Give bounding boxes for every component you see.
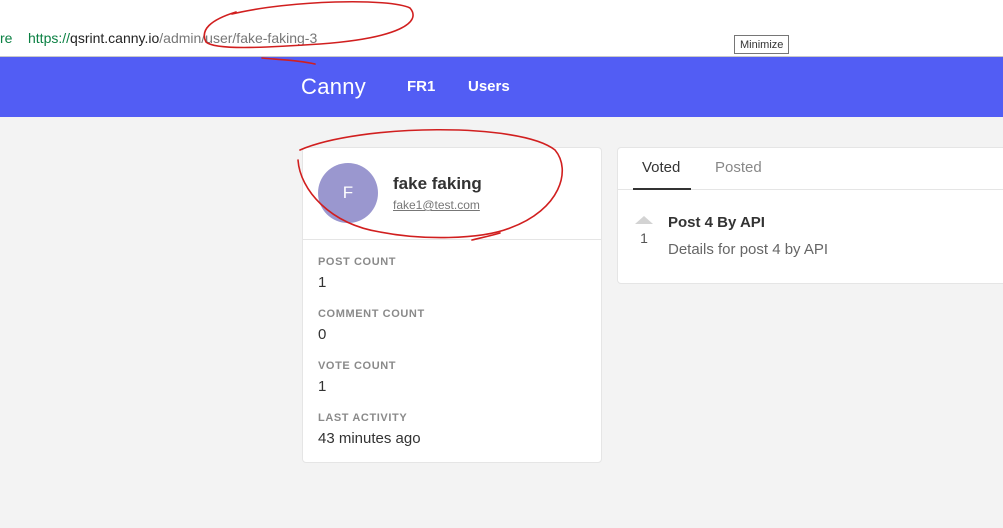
post-details: Details for post 4 by API bbox=[668, 241, 829, 258]
url-field[interactable]: https://qsrint.canny.io/admin/user/fake-… bbox=[28, 30, 317, 46]
stat-last-activity: LAST ACTIVITY 43 minutes ago bbox=[318, 412, 586, 464]
stat-label: VOTE COUNT bbox=[318, 360, 397, 372]
user-profile-card: F fake faking fake1@test.com POST COUNT … bbox=[302, 147, 602, 463]
tab-posted[interactable]: Posted bbox=[715, 148, 762, 190]
app-header: Canny FR1 Users bbox=[0, 57, 1003, 117]
url-path: /admin/user/fake-faking-3 bbox=[159, 30, 318, 46]
stat-value: 43 minutes ago bbox=[318, 430, 421, 447]
nav-link-users[interactable]: Users bbox=[468, 78, 510, 95]
stat-label: LAST ACTIVITY bbox=[318, 412, 408, 424]
activity-tabs: Voted Posted bbox=[618, 148, 1003, 190]
url-host: qsrint.canny.io bbox=[70, 30, 160, 46]
user-email-link[interactable]: fake1@test.com bbox=[393, 198, 480, 212]
stat-label: POST COUNT bbox=[318, 256, 397, 268]
stat-label: COMMENT COUNT bbox=[318, 308, 425, 320]
avatar: F bbox=[318, 163, 378, 223]
tab-voted[interactable]: Voted bbox=[633, 148, 691, 190]
address-fragment: re bbox=[0, 30, 13, 46]
stat-vote-count: VOTE COUNT 1 bbox=[318, 360, 586, 412]
vote-count: 1 bbox=[640, 230, 648, 246]
stat-post-count: POST COUNT 1 bbox=[318, 256, 586, 308]
stat-comment-count: COMMENT COUNT 0 bbox=[318, 308, 586, 360]
nav-link-fr1[interactable]: FR1 bbox=[407, 78, 435, 95]
user-name: fake faking bbox=[393, 174, 482, 193]
vote-box: 1 bbox=[634, 216, 654, 246]
user-header: F fake faking fake1@test.com bbox=[303, 148, 601, 240]
stat-value: 0 bbox=[318, 326, 327, 343]
upvote-arrow-icon[interactable] bbox=[635, 216, 653, 224]
post-list-item[interactable]: 1 Post 4 By API Details for post 4 by AP… bbox=[618, 208, 1003, 268]
stat-value: 1 bbox=[318, 274, 327, 291]
minimize-tooltip: Minimize bbox=[734, 35, 790, 54]
browser-address-bar: re https://qsrint.canny.io/admin/user/fa… bbox=[0, 0, 1003, 57]
url-scheme: https:// bbox=[28, 30, 71, 46]
user-activity-panel: Voted Posted 1 Post 4 By API Details for… bbox=[617, 147, 1003, 284]
post-title[interactable]: Post 4 By API bbox=[668, 214, 765, 231]
stat-value: 1 bbox=[318, 378, 327, 395]
user-stats: POST COUNT 1 COMMENT COUNT 0 VOTE COUNT … bbox=[303, 240, 601, 464]
canny-logo[interactable]: Canny bbox=[301, 74, 366, 100]
